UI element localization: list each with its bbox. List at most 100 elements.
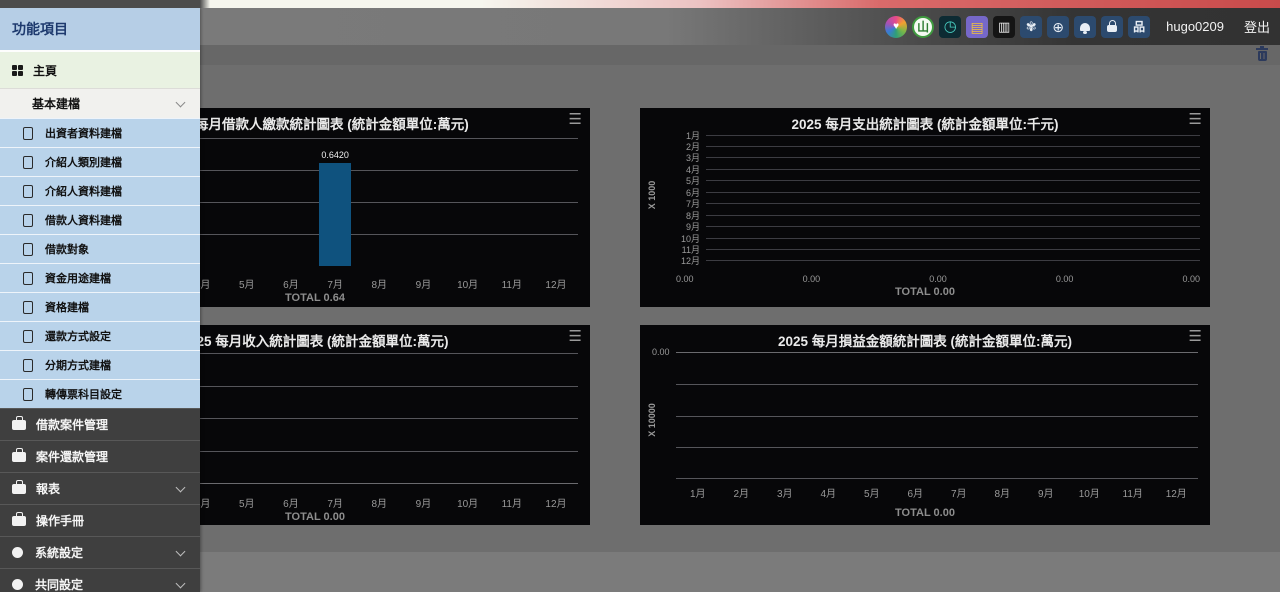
sidebar-subitem[interactable]: 還款方式設定 <box>0 321 200 350</box>
sidebar-subitem[interactable]: 借款人資料建檔 <box>0 205 200 234</box>
month-row: 4月 <box>676 164 1200 174</box>
x-axis-month-label: 6月 <box>269 276 313 291</box>
month-row: 11月 <box>676 245 1200 255</box>
sidebar-subitem-label: 借款對象 <box>45 241 89 257</box>
x-axis-month-label: 6月 <box>269 495 313 510</box>
month-row: 3月 <box>676 153 1200 163</box>
x-axis-labels: 1月2月3月4月5月6月7月8月9月10月11月12月 <box>676 485 1198 500</box>
x-axis-tick: 0.00 <box>676 274 694 284</box>
sidebar-subitem[interactable]: 資格建檔 <box>0 292 200 321</box>
lock-icon[interactable] <box>1101 16 1123 38</box>
sidebar-subitem-label: 轉傳票科目設定 <box>45 386 122 402</box>
x-axis-month-label: 12月 <box>534 276 578 291</box>
gridline <box>706 146 1200 147</box>
bell-glyph <box>1080 23 1090 31</box>
gridline <box>706 249 1200 250</box>
sitemap-icon[interactable]: 品 <box>1128 16 1150 38</box>
x-axis-month-label: 10月 <box>1068 485 1112 500</box>
bell-icon[interactable] <box>1074 16 1096 38</box>
sidebar-item-label: 案件還款管理 <box>36 448 108 465</box>
sidebar-subitem-label: 資格建檔 <box>45 299 89 315</box>
month-row: 1月 <box>676 130 1200 140</box>
sidebar-subitem-label: 還款方式設定 <box>45 328 111 344</box>
month-row: 5月 <box>676 176 1200 186</box>
x-axis-month-label: 8月 <box>357 495 401 510</box>
gridline <box>706 203 1200 204</box>
document-icon <box>23 127 33 140</box>
x-axis-month-label: 7月 <box>937 485 981 500</box>
top-accent-strip <box>0 0 1280 8</box>
sidebar-item-case-repayment-mgmt[interactable]: 案件還款管理 <box>0 440 200 472</box>
x-axis-month-label: 11月 <box>490 276 534 291</box>
globe-icon[interactable]: ⊕ <box>1047 16 1069 38</box>
sidebar-item-loan-case-mgmt[interactable]: 借款案件管理 <box>0 408 200 440</box>
x-axis-month-label: 9月 <box>401 495 445 510</box>
gridline <box>676 384 1198 385</box>
x-axis-month-label: 7月 <box>313 276 357 291</box>
y-axis-unit-label: X 10000 <box>647 398 657 442</box>
gridline <box>706 215 1200 216</box>
trash-icon[interactable] <box>1256 48 1268 62</box>
username: hugo0209 <box>1166 19 1224 34</box>
gridline <box>706 135 1200 136</box>
chart-panel-monthly-expense: 2025 每月支出統計圖表 (統計金額單位:千元) ☰ X 1000 1月2月3… <box>640 108 1210 307</box>
lock-glyph <box>1107 25 1117 32</box>
pinwheel-heart-logo-icon[interactable]: ♥ <box>885 16 907 38</box>
sidebar-subitem-label: 分期方式建檔 <box>45 357 111 373</box>
sidebar-subitem[interactable]: 借款對象 <box>0 234 200 263</box>
sidebar-subitem[interactable]: 介紹人資料建檔 <box>0 176 200 205</box>
x-axis-month-label: 5月 <box>850 485 894 500</box>
sidebar-item-shared-settings[interactable]: 共同設定 <box>0 568 200 592</box>
gridline <box>706 260 1200 261</box>
month-row: 9月 <box>676 222 1200 232</box>
month-row: 12月 <box>676 256 1200 266</box>
sidebar-item-label: 系統設定 <box>35 544 83 561</box>
briefcase-icon <box>12 516 26 526</box>
gridline <box>676 416 1198 417</box>
chart-total: TOTAL 0.00 <box>640 507 1210 519</box>
gridline <box>706 192 1200 193</box>
sidebar-item-system-settings[interactable]: 系統設定 <box>0 536 200 568</box>
sidebar-subitem[interactable]: 出資者資料建檔 <box>0 118 200 147</box>
sidebar-item-label: 報表 <box>36 480 60 497</box>
briefcase-icon <box>12 420 26 430</box>
x-axis-month-label: 8月 <box>357 276 401 291</box>
hamburger-menu-icon[interactable]: ☰ <box>1189 112 1202 127</box>
sidebar-title: 功能項目 <box>0 8 200 50</box>
hamburger-menu-icon[interactable]: ☰ <box>1189 329 1202 344</box>
gridline <box>676 447 1198 448</box>
clock-icon[interactable]: ◷ <box>939 16 961 38</box>
sidebar-subitem[interactable]: 分期方式建檔 <box>0 350 200 379</box>
x-axis-month-label: 10月 <box>446 276 490 291</box>
gridline <box>706 180 1200 181</box>
document-icon <box>23 301 33 314</box>
document-icon <box>23 359 33 372</box>
logout-button[interactable]: 登出 <box>1244 17 1270 36</box>
month-row: 10月 <box>676 233 1200 243</box>
sidebar-item-label: 主頁 <box>33 62 57 79</box>
palette-icon[interactable]: ✾ <box>1020 16 1042 38</box>
sidebar-group-basic[interactable]: 基本建檔 <box>0 88 200 118</box>
sidebar-subitem[interactable]: 介紹人類別建檔 <box>0 147 200 176</box>
sidebar-subitem[interactable]: 轉傳票科目設定 <box>0 379 200 408</box>
hamburger-menu-icon[interactable]: ☰ <box>569 329 582 344</box>
scroll-icon[interactable]: ▤ <box>966 16 988 38</box>
y-axis-zero-tick: 0.00 <box>652 347 670 357</box>
green-org-logo-icon[interactable]: 山 <box>912 16 934 38</box>
hamburger-menu-icon[interactable]: ☰ <box>569 112 582 127</box>
chart-total: TOTAL 0.00 <box>640 286 1210 298</box>
sidebar-item-manual[interactable]: 操作手冊 <box>0 504 200 536</box>
x-axis-month-label: 5月 <box>225 276 269 291</box>
x-axis-tick: 0.00 <box>803 274 821 284</box>
sidebar-subitem[interactable]: 資金用途建檔 <box>0 263 200 292</box>
x-axis-month-label: 4月 <box>807 485 851 500</box>
sidebar-item-reports[interactable]: 報表 <box>0 472 200 504</box>
presentation-icon[interactable]: ▥ <box>993 16 1015 38</box>
x-axis-month-label: 12月 <box>1155 485 1199 500</box>
x-axis-month-label: 1月 <box>676 485 720 500</box>
sidebar-subitem-label: 借款人資料建檔 <box>45 212 122 228</box>
sidebar-item-home[interactable]: 主頁 <box>0 50 200 88</box>
x-axis-month-label: 8月 <box>981 485 1025 500</box>
document-icon <box>23 243 33 256</box>
document-icon <box>23 272 33 285</box>
